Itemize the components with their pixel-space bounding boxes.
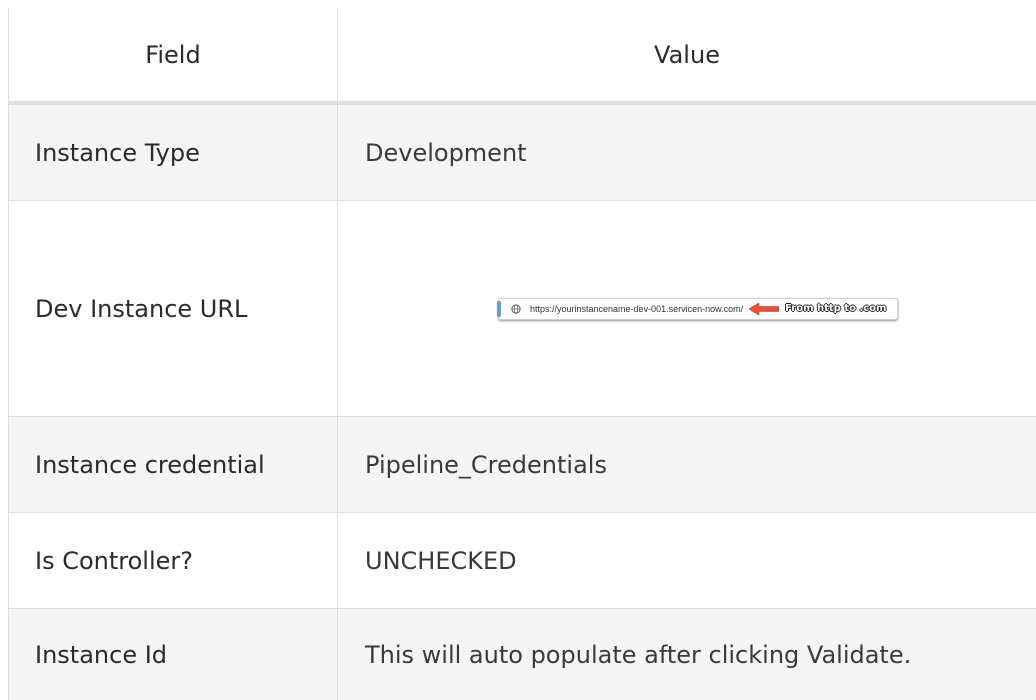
row-field-label: Instance Type [35,138,200,167]
url-bar-edge [497,300,501,317]
row-field-label: Dev Instance URL [35,294,248,323]
table-row-instance-credential: Instance credential Pipeline_Credentials [8,416,1036,512]
row-value: Development [365,138,527,167]
row-field-label: Instance Id [35,640,168,669]
table-row-instance-id: Instance Id This will auto populate afte… [8,608,1036,700]
row-field-label: Instance credential [35,450,265,479]
header-field: Field [145,40,201,69]
column-divider [337,8,338,700]
row-value: This will auto populate after clicking V… [365,640,912,669]
url-note: From http to .com [785,303,887,314]
row-value: https://yourinstancename-dev-001.service… [338,201,1036,416]
table-left-border [8,8,9,700]
url-text: https://yourinstancename-dev-001.service… [530,303,744,314]
header-value: Value [654,40,720,69]
table-header-row: Field Value [8,8,1036,104]
globe-icon [511,303,521,314]
row-field-label: Is Controller? [35,546,194,575]
instance-table: Field Value Instance Type Development De… [8,8,1036,700]
row-value: Pipeline_Credentials [365,450,607,479]
left-arrow-icon [749,302,780,315]
table-row-dev-instance-url: Dev Instance URL https://yourinstancenam… [8,200,1036,416]
url-bar-image: https://yourinstancename-dev-001.service… [497,297,898,320]
table-row-is-controller: Is Controller? UNCHECKED [8,512,1036,608]
table-row-instance-type: Instance Type Development [8,104,1036,200]
row-value: UNCHECKED [365,546,517,575]
